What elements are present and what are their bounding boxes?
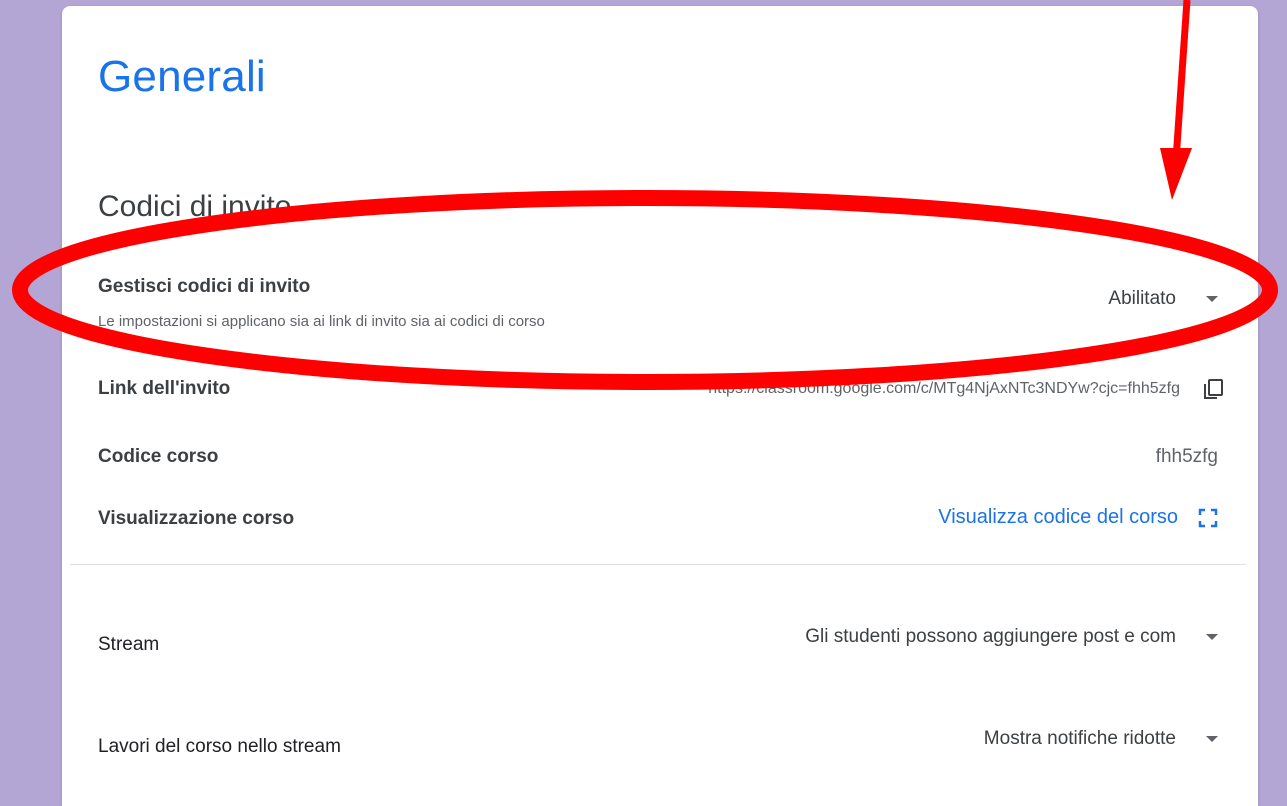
invite-codes-dropdown[interactable]: Abilitato — [1108, 288, 1218, 310]
course-code-value: fhh5zfg — [1155, 446, 1218, 467]
fullscreen-icon[interactable] — [1198, 508, 1218, 528]
dropdown-caret-icon — [1206, 634, 1218, 640]
course-code-row: fhh5zfg — [1156, 446, 1218, 468]
view-course-code-link[interactable]: Visualizza codice del corso — [938, 506, 1178, 529]
section-divider — [70, 564, 1246, 565]
copy-icon[interactable] — [1200, 376, 1226, 402]
settings-card: Generali Codici di invito Gestisci codic… — [62, 6, 1258, 806]
dropdown-caret-icon — [1206, 736, 1218, 742]
invite-codes-value: Abilitato — [1108, 288, 1176, 309]
invite-codes-sublabel: Le impostazioni si applicano sia ai link… — [98, 313, 545, 330]
invite-link-label: Link dell'invito — [98, 378, 231, 399]
classwork-stream-value: Mostra notifiche ridotte — [983, 728, 1176, 749]
section-title: Codici di invito — [98, 190, 292, 223]
invite-codes-label: Gestisci codici di invito — [98, 276, 311, 297]
invite-link-row: https://classroom.google.com/c/MTg4NjAxN… — [708, 376, 1226, 402]
stream-value: Gli studenti possono aggiungere post e c… — [805, 626, 1176, 647]
course-code-label: Codice corso — [98, 446, 219, 467]
stream-dropdown[interactable]: Gli studenti possono aggiungere post e c… — [805, 626, 1218, 648]
course-view-label: Visualizzazione corso — [98, 508, 295, 529]
course-view-row[interactable]: Visualizza codice del corso — [938, 506, 1218, 529]
stream-label: Stream — [98, 634, 160, 655]
classwork-stream-dropdown[interactable]: Mostra notifiche ridotte — [984, 728, 1218, 750]
invite-link-value: https://classroom.google.com/c/MTg4NjAxN… — [708, 380, 1180, 397]
page-title: Generali — [98, 52, 266, 101]
classwork-stream-label: Lavori del corso nello stream — [98, 736, 341, 757]
dropdown-caret-icon — [1206, 296, 1218, 302]
